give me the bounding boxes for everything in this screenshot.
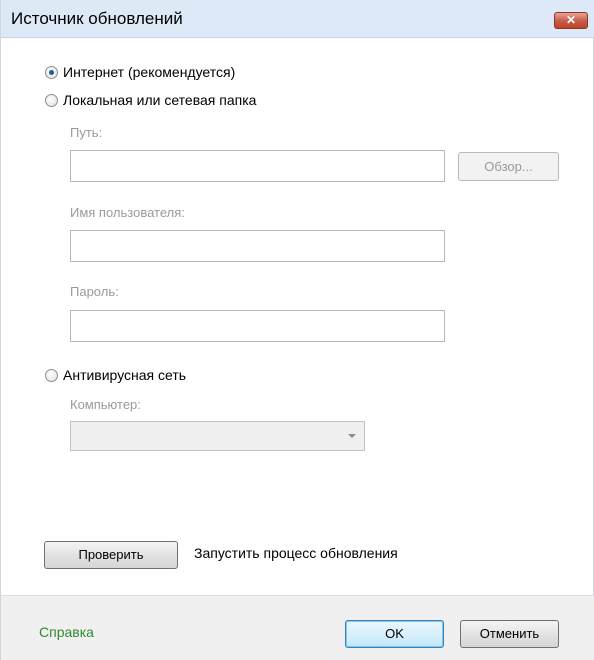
close-icon: ✕ — [565, 13, 577, 27]
chevron-down-icon — [348, 434, 356, 438]
radio-av-network-indicator[interactable] — [45, 368, 58, 382]
radio-internet-label: Интернет (рекомендуется) — [63, 64, 236, 80]
password-input[interactable] — [70, 310, 445, 342]
password-label: Пароль: — [70, 284, 119, 299]
computer-label: Компьютер: — [70, 397, 141, 412]
path-input[interactable] — [70, 150, 445, 182]
ok-button[interactable]: OK — [345, 620, 444, 648]
cancel-button[interactable]: Отменить — [460, 620, 559, 648]
radio-av-network[interactable]: Антивирусная сеть — [45, 367, 186, 383]
browse-button[interactable]: Обзор... — [458, 152, 559, 181]
dialog-footer: Справка OK Отменить — [1, 595, 594, 660]
close-button[interactable]: ✕ — [554, 12, 588, 29]
dialog-title: Источник обновлений — [11, 9, 183, 28]
path-label: Путь: — [70, 125, 103, 140]
radio-local-folder-label: Локальная или сетевая папка — [63, 92, 257, 108]
username-label: Имя пользователя: — [70, 205, 185, 220]
radio-local-folder[interactable]: Локальная или сетевая папка — [45, 92, 256, 108]
computer-dropdown[interactable] — [70, 421, 365, 451]
help-link[interactable]: Справка — [39, 624, 94, 640]
check-button[interactable]: Проверить — [44, 541, 178, 569]
radio-internet-indicator[interactable] — [45, 65, 58, 79]
title-bar: Источник обновлений ✕ — [1, 0, 594, 38]
radio-av-network-label: Антивирусная сеть — [63, 367, 187, 383]
check-description: Запустить процесс обновления — [194, 545, 398, 561]
update-source-dialog: Источник обновлений ✕ Интернет (рекоменд… — [0, 0, 594, 660]
radio-local-folder-indicator[interactable] — [45, 93, 58, 107]
radio-internet[interactable]: Интернет (рекомендуется) — [45, 64, 235, 80]
username-input[interactable] — [70, 230, 445, 262]
